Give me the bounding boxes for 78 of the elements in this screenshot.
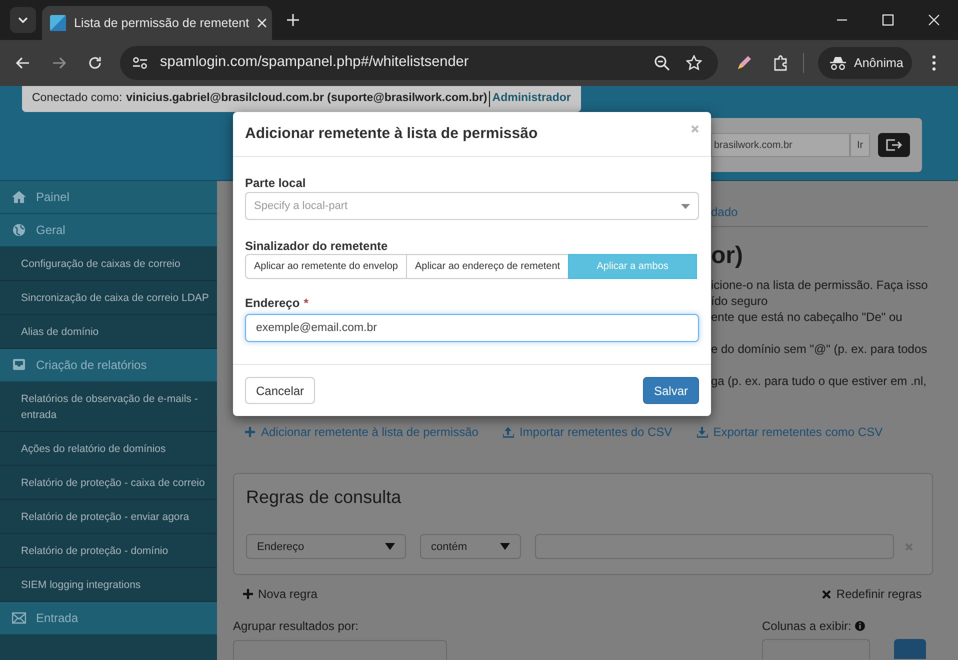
close-icon[interactable] — [928, 14, 940, 26]
sidebar-item[interactable]: Configuração de caixas de correio — [0, 247, 217, 281]
description-text: ído seguro — [711, 293, 769, 309]
save-button[interactable]: Salvar — [642, 377, 699, 404]
puzzle-icon[interactable] — [773, 55, 789, 71]
tab-title: Lista de permissão de remetent — [74, 14, 250, 32]
chevron-down-icon — [18, 17, 28, 23]
close-icon[interactable] — [257, 18, 268, 28]
logout-button[interactable] — [878, 133, 910, 157]
plus-icon — [245, 426, 256, 438]
forward-icon[interactable] — [52, 57, 66, 69]
logged-in-label: Conectado como: — [32, 91, 122, 106]
sidebar-section[interactable]: Geral — [0, 214, 217, 247]
sidebar-item[interactable]: Relatório de proteção - enviar agora — [0, 500, 217, 534]
description-text: icione-o na lista de permissão. Faça isso — [711, 277, 928, 293]
upload-icon — [503, 426, 514, 438]
url-text: spamlogin.com/spampanel.php#/whitelistsender — [160, 53, 469, 72]
maximize-icon[interactable] — [882, 14, 894, 26]
local-part-select[interactable]: Specify a local-part — [245, 192, 699, 220]
user-email: vinicius.gabriel@brasilcloud.com.br (suporte@brasilwork.com.br) — [126, 91, 488, 106]
sender-flag-option[interactable]: Aplicar ao endereço de remetent — [406, 254, 570, 279]
field-select[interactable]: Endereço — [246, 534, 406, 560]
field-label: Endereço — [245, 296, 300, 310]
go-button[interactable]: Ir — [850, 133, 870, 157]
sidebar-section[interactable]: Entrada — [0, 602, 217, 635]
info-icon — [855, 621, 866, 631]
reset-rules-link[interactable]: Redefinir regras — [822, 585, 922, 603]
sidebar-item[interactable]: Relatório de proteção - domínio — [0, 534, 217, 568]
sidebar-section[interactable]: Painel — [0, 181, 217, 214]
sidebar-item[interactable]: Relatório de proteção - caixa de correio — [0, 466, 217, 500]
globe-icon — [12, 223, 26, 237]
caret-icon — [681, 204, 690, 208]
browser-tab[interactable]: Lista de permissão de remetent — [42, 6, 272, 40]
sidebar-item[interactable]: Sincronização de caixa de correio LDAP — [0, 281, 217, 315]
columns-label: Colunas a exibir: — [762, 618, 852, 634]
required-mark: * — [304, 296, 308, 310]
description-text: ga (p. ex. para tudo o que estiver em .nl, — [711, 373, 928, 389]
sidebar-item[interactable]: Ações do relatório de domínios — [0, 432, 217, 466]
field-label: Parte local — [245, 176, 307, 190]
close-icon — [822, 590, 832, 598]
address-field[interactable]: exemple@email.com.br — [245, 314, 699, 342]
description-text: e do domínio sem "@" (p. ex. para todos — [711, 341, 928, 357]
reload-icon[interactable] — [88, 56, 102, 70]
envelope-icon — [12, 611, 26, 625]
dialog-title: Adicionar remetente à lista de permissão — [245, 124, 538, 144]
home-icon — [12, 190, 26, 204]
caret-icon — [385, 543, 395, 550]
field-label: Sinalizador do remetente — [245, 239, 389, 253]
sender-flag-option[interactable]: Aplicar ao remetente do envelop — [245, 254, 407, 279]
star-icon[interactable] — [686, 55, 702, 71]
inbox-icon — [12, 358, 26, 372]
sidebar-section[interactable]: Criação de relatórios — [0, 349, 217, 382]
plus-icon — [243, 589, 253, 599]
back-icon[interactable] — [16, 57, 30, 69]
logout-icon — [886, 139, 902, 151]
caret-icon — [500, 543, 510, 550]
value-field[interactable] — [535, 534, 894, 560]
incognito-icon — [830, 56, 846, 70]
new-tab-icon[interactable] — [287, 14, 299, 26]
panel-title: Regras de consulta — [246, 486, 402, 510]
profile-button[interactable]: Anônima — [818, 47, 912, 79]
zoom-icon[interactable] — [654, 55, 670, 71]
description-text: ente que está no cabeçalho "De" ou — [711, 309, 904, 325]
favicon-icon — [50, 15, 66, 31]
new-rule-link[interactable]: Nova regra — [243, 585, 318, 603]
address-bar[interactable]: spamlogin.com/spampanel.php#/whitelistsender — [120, 46, 718, 80]
role-link[interactable]: Administrador — [492, 90, 571, 108]
group-by-label: Agrupar resultados por: — [233, 618, 360, 634]
site-settings-icon[interactable] — [132, 56, 148, 70]
cancel-button[interactable]: Cancelar — [245, 377, 316, 404]
more-menu-icon[interactable] — [932, 55, 936, 71]
section-heading: or) — [711, 242, 744, 270]
download-icon — [697, 426, 708, 438]
sidebar-item[interactable]: Relatórios de observação de e-mails - entrada — [0, 382, 217, 432]
pen-icon[interactable] — [736, 55, 752, 71]
tab-list-button[interactable] — [10, 7, 36, 33]
operator-select[interactable]: contém — [420, 534, 521, 560]
domain-field[interactable]: brasilwork.com.br — [711, 133, 850, 157]
